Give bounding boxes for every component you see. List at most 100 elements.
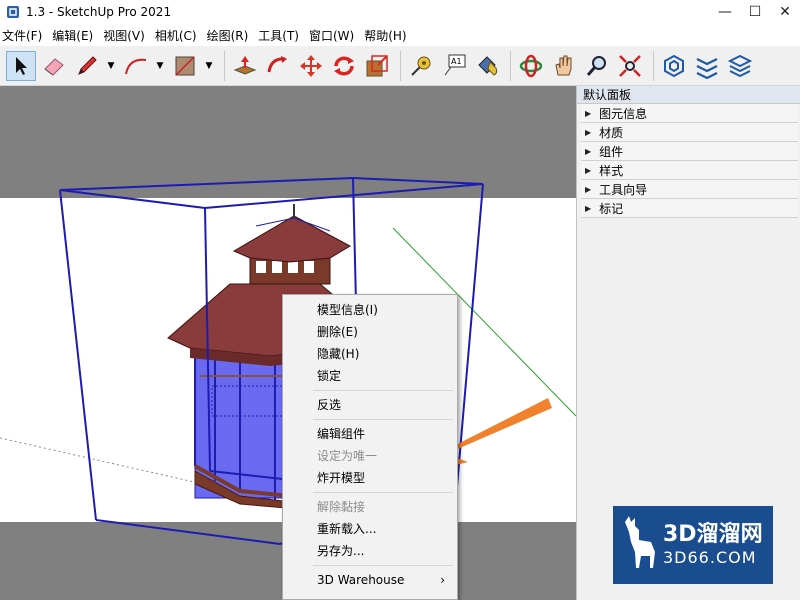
line-tool-dropdown[interactable]: ▼: [105, 51, 117, 81]
tray-section-label: 图元信息: [599, 106, 648, 121]
expand-triangle-icon: ▶: [585, 146, 592, 156]
ctx-edit-component[interactable]: 编辑组件: [283, 423, 457, 445]
tray-section-label: 材质: [599, 125, 624, 140]
ctx-invert-selection[interactable]: 反选: [283, 394, 457, 416]
restore-button[interactable]: ☐: [740, 0, 770, 24]
eraser-tool-button[interactable]: [39, 51, 69, 81]
ctx-hide[interactable]: 隐藏(H): [283, 343, 457, 365]
submenu-chevron-icon: ›: [440, 573, 445, 587]
arc-tool-button[interactable]: [121, 51, 151, 81]
push-pull-tool-button[interactable]: [230, 51, 260, 81]
expand-triangle-icon: ▶: [585, 165, 592, 175]
menu-view[interactable]: 视图(V): [103, 27, 151, 44]
ctx-model-info[interactable]: 模型信息(I): [283, 299, 457, 321]
follow-me-tool-button[interactable]: [263, 51, 293, 81]
zoom-icon: [586, 55, 606, 76]
follow-me-icon: [267, 55, 287, 72]
warehouse-icon: [664, 54, 684, 77]
toolbar-separator: [510, 50, 511, 81]
menu-separator: [313, 390, 453, 391]
rectangle-icon: [175, 55, 195, 76]
eraser-icon: [44, 57, 64, 76]
context-menu: 模型信息(I) 删除(E) 隐藏(H) 锁定 反选 编辑组件 设定为唯一 炸开模…: [282, 294, 458, 600]
tray-section-entity-info[interactable]: ▶ 图元信息: [581, 104, 798, 123]
toolbar-separator: [653, 50, 654, 81]
ctx-3d-warehouse[interactable]: 3D Warehouse ›: [283, 569, 457, 591]
ctx-lock[interactable]: 锁定: [283, 365, 457, 387]
ctx-save-as[interactable]: 另存为...: [283, 540, 457, 562]
arc-tool-dropdown[interactable]: ▼: [154, 51, 166, 81]
window-title: 1.3 - SketchUp Pro 2021: [26, 5, 172, 19]
rotate-tool-button[interactable]: [329, 51, 359, 81]
main-toolbar: ▼ ▼ ▼ A1: [0, 46, 800, 86]
paint-bucket-tool-button[interactable]: [472, 51, 502, 81]
rectangle-tool-button[interactable]: [170, 51, 200, 81]
scale-icon: [366, 54, 388, 76]
3d-warehouse-button[interactable]: [659, 51, 689, 81]
tape-measure-icon: [411, 56, 431, 76]
scale-tool-button[interactable]: [362, 51, 392, 81]
ctx-reload[interactable]: 重新载入...: [283, 518, 457, 540]
tray-section-label: 标记: [599, 201, 624, 216]
expand-triangle-icon: ▶: [585, 108, 592, 118]
arc-icon: [125, 58, 147, 74]
ctx-unglue: 解除黏接: [317, 500, 366, 514]
menu-separator: [313, 565, 453, 566]
rectangle-tool-dropdown[interactable]: ▼: [203, 51, 215, 81]
menu-camera[interactable]: 相机(C): [155, 27, 203, 44]
menu-bar: 文件(F) 编辑(E) 视图(V) 相机(C) 绘图(R) 工具(T) 窗口(W…: [0, 24, 800, 46]
text-tool-caption: A1: [451, 57, 462, 66]
menu-separator: [313, 492, 453, 493]
layout-send-button[interactable]: [725, 51, 755, 81]
pencil-line-icon: [78, 55, 97, 75]
pan-icon: [555, 55, 572, 75]
pan-tool-button[interactable]: [549, 51, 579, 81]
orbit-icon: [519, 54, 543, 77]
title-bar: 1.3 - SketchUp Pro 2021 — ☐ ✕: [0, 0, 800, 24]
select-icon: [16, 56, 27, 75]
zoom-extents-tool-button[interactable]: [615, 51, 645, 81]
text-tool-button[interactable]: A1: [439, 51, 469, 81]
watermark-line2: 3D66.COM: [663, 548, 757, 567]
select-tool-button[interactable]: [6, 50, 36, 81]
menu-window[interactable]: 窗口(W): [309, 27, 360, 44]
sketchup-logo-icon: [7, 6, 19, 18]
ctx-delete[interactable]: 删除(E): [283, 321, 457, 343]
extension-icon: [696, 57, 718, 79]
tray-section-tags[interactable]: ▶ 标记: [581, 199, 798, 218]
menu-draw[interactable]: 绘图(R): [207, 27, 255, 44]
text-label-icon: A1: [444, 54, 466, 75]
layers-icon: [727, 54, 753, 77]
orbit-tool-button[interactable]: [516, 51, 546, 81]
tray-section-instructor[interactable]: ▶ 工具向导: [581, 180, 798, 199]
close-button[interactable]: ✕: [770, 0, 800, 24]
move-tool-button[interactable]: [296, 51, 326, 81]
minimize-button[interactable]: —: [710, 0, 740, 24]
tray-section-materials[interactable]: ▶ 材质: [581, 123, 798, 142]
site-watermark: 3D溜溜网 3D66.COM: [613, 506, 773, 584]
tray-section-components[interactable]: ▶ 组件: [581, 142, 798, 161]
ctx-make-unique: 设定为唯一: [317, 449, 378, 463]
rotate-icon: [334, 56, 354, 75]
expand-triangle-icon: ▶: [585, 127, 592, 137]
tray-section-label: 样式: [599, 163, 624, 178]
zoom-extents-icon: [619, 54, 641, 77]
menu-edit[interactable]: 编辑(E): [52, 27, 99, 44]
toolbar-separator: [224, 50, 225, 81]
line-tool-button[interactable]: [72, 51, 102, 81]
deer-logo-icon: [625, 516, 655, 568]
tray-section-styles[interactable]: ▶ 样式: [581, 161, 798, 180]
zoom-tool-button[interactable]: [582, 51, 612, 81]
move-icon: [300, 54, 322, 77]
menu-tools[interactable]: 工具(T): [258, 27, 305, 44]
menu-help[interactable]: 帮助(H): [364, 27, 412, 44]
tray-section-label: 工具向导: [599, 182, 648, 197]
watermark-text: 3D溜溜网 3D66.COM: [663, 522, 763, 568]
watermark-line1: 3D溜溜网: [663, 522, 763, 547]
push-pull-icon: [233, 55, 257, 75]
ctx-explode-model[interactable]: 炸开模型: [283, 467, 457, 489]
extension-warehouse-button[interactable]: [692, 51, 722, 81]
paint-bucket-icon: [478, 55, 498, 76]
tape-measure-tool-button[interactable]: [406, 51, 436, 81]
menu-file[interactable]: 文件(F): [2, 27, 48, 44]
